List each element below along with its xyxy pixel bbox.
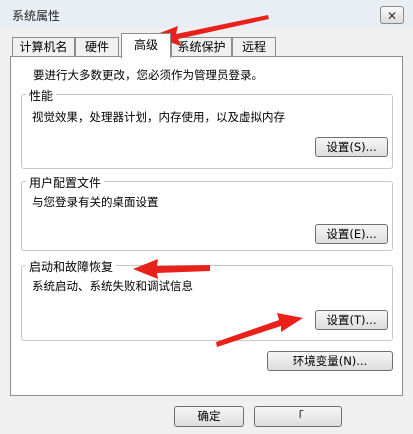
window-title: 系统属性 bbox=[12, 9, 61, 23]
user-profiles-legend: 用户配置文件 bbox=[26, 174, 105, 191]
performance-description: 视觉效果，处理器计划，内存使用，以及虚拟内存 bbox=[32, 110, 285, 124]
close-icon: ✕ bbox=[386, 9, 398, 23]
user-profiles-group: 用户配置文件 与您登录有关的桌面设置 设置(E)... bbox=[21, 174, 393, 251]
tab-content-panel: 要进行大多数更改，您必须作为管理员登录。 性能 视觉效果，处理器计划，内存使用，… bbox=[10, 56, 403, 396]
performance-legend: 性能 bbox=[26, 87, 57, 104]
tab-advanced[interactable]: 高级 bbox=[121, 33, 171, 58]
performance-group: 性能 视觉效果，处理器计划，内存使用，以及虚拟内存 设置(S)... bbox=[21, 87, 393, 169]
performance-settings-button[interactable]: 设置(S)... bbox=[315, 137, 388, 157]
startup-recovery-group: 启动和故障恢复 系统启动、系统失败和调试信息 设置(T)... bbox=[21, 258, 393, 341]
startup-recovery-legend: 启动和故障恢复 bbox=[26, 258, 117, 275]
startup-recovery-settings-button[interactable]: 设置(T)... bbox=[315, 310, 388, 330]
close-button[interactable]: ✕ bbox=[380, 6, 404, 24]
title-bar: 系统属性 ✕ bbox=[0, 0, 413, 28]
tab-system-protection[interactable]: 系统保护 bbox=[171, 37, 232, 56]
cancel-button[interactable]: 「 bbox=[254, 406, 342, 427]
ok-button[interactable]: 确定 bbox=[174, 406, 244, 427]
user-profiles-settings-button[interactable]: 设置(E)... bbox=[315, 224, 388, 244]
admin-notice: 要进行大多数更改，您必须作为管理员登录。 bbox=[33, 68, 263, 82]
tab-computer-name[interactable]: 计算机名 bbox=[12, 37, 75, 56]
user-profiles-description: 与您登录有关的桌面设置 bbox=[32, 195, 159, 209]
tab-hardware[interactable]: 硬件 bbox=[75, 37, 119, 56]
startup-recovery-description: 系统启动、系统失败和调试信息 bbox=[32, 279, 193, 293]
tab-remote[interactable]: 远程 bbox=[232, 37, 276, 56]
environment-variables-button[interactable]: 环境变量(N)... bbox=[267, 351, 393, 371]
